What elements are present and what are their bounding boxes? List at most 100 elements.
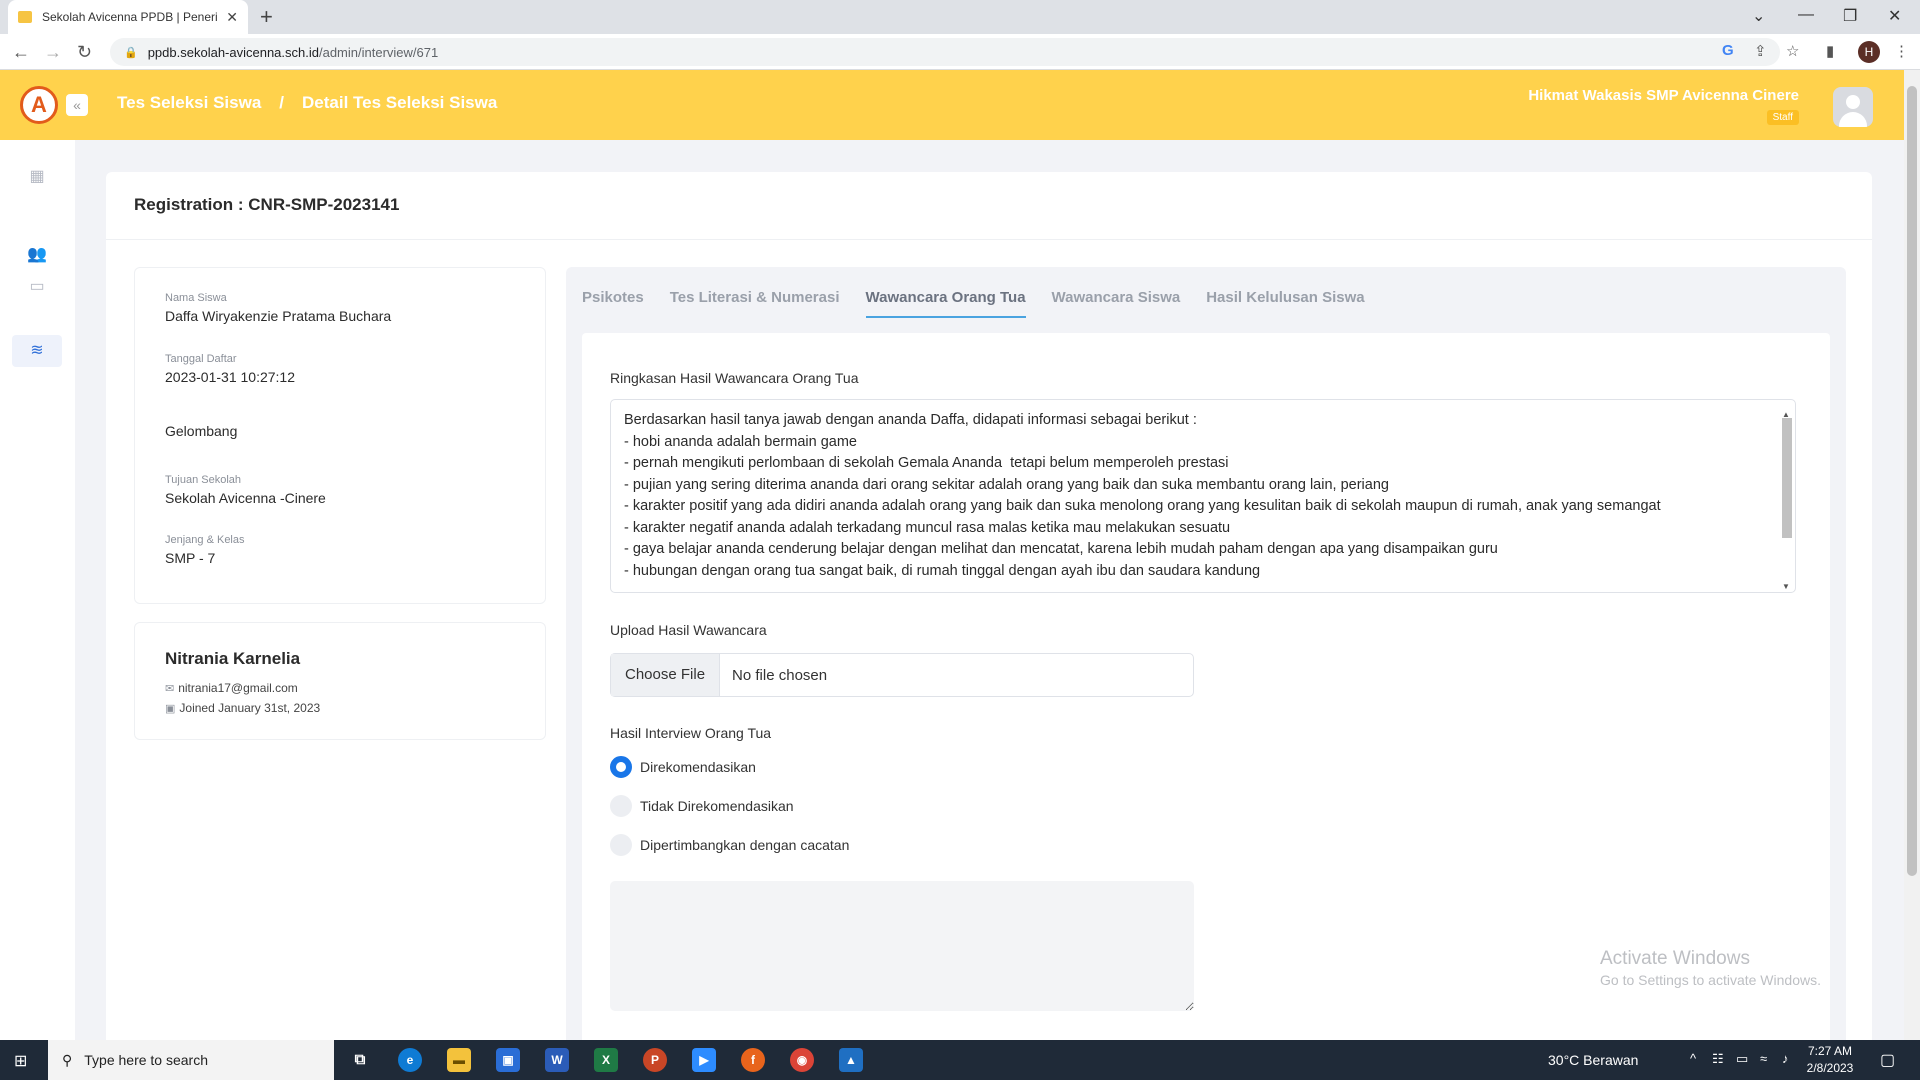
browser-menu-icon[interactable]: ⋮ [1894, 42, 1909, 60]
tab-wawancara-siswa[interactable]: Wawancara Siswa [1052, 289, 1181, 318]
layers-icon[interactable]: ≋ [12, 335, 62, 367]
contact-name: Nitrania Karnelia [165, 649, 301, 668]
profile-avatar[interactable]: H [1858, 41, 1880, 63]
activate-windows-title: Activate Windows [1600, 948, 1750, 969]
google-icon[interactable]: G [1722, 42, 1734, 59]
school-label: Tujuan Sekolah [165, 474, 242, 486]
radio-unchecked-icon[interactable] [610, 795, 632, 817]
file-explorer-icon[interactable]: ▬ [447, 1048, 471, 1072]
file-upload-input[interactable]: Choose File No file chosen [610, 653, 1194, 697]
tray-chevron-icon[interactable]: ^ [1690, 1051, 1696, 1066]
tabs-panel: Psikotes Tes Literasi & Numerasi Wawanca… [566, 267, 1846, 1052]
page-scrollbar[interactable] [1904, 70, 1920, 1040]
windows-start-icon[interactable]: ⊞ [14, 1051, 32, 1070]
excel-icon[interactable]: X [594, 1048, 618, 1072]
tab-wawancara-orang-tua[interactable]: Wawancara Orang Tua [865, 289, 1026, 318]
school-value: Sekolah Avicenna -Cinere [165, 490, 326, 506]
side-panel-icon[interactable]: ▮ [1826, 42, 1834, 60]
photos-icon[interactable]: ▲ [839, 1048, 863, 1072]
taskbar-search[interactable]: ⚲ Type here to search [48, 1040, 334, 1080]
summary-label: Ringkasan Hasil Wawancara Orang Tua [610, 370, 859, 386]
tab-search-icon[interactable]: ⌄ [1752, 6, 1765, 26]
notes-textarea[interactable] [610, 881, 1194, 1011]
word-icon[interactable]: W [545, 1048, 569, 1072]
summary-textarea[interactable]: Berdasarkan hasil tanya jawab dengan ana… [610, 399, 1796, 593]
browser-tab-bar: Sekolah Avicenna PPDB | Penerimaan ✕ + ⌄… [0, 0, 1920, 34]
notification-icon[interactable]: ▢ [1880, 1050, 1895, 1070]
weather-widget[interactable]: 30°C Berawan [1548, 1052, 1638, 1068]
file-status: No file chosen [732, 666, 828, 684]
address-bar: ← → ↻ 🔒 ppdb.sekolah-avicenna.sch.id/adm… [0, 34, 1920, 70]
browser-tab[interactable]: Sekolah Avicenna PPDB | Penerimaan ✕ [8, 0, 248, 34]
share-icon[interactable]: ⇪ [1754, 42, 1767, 60]
calendar-icon: ▣ [165, 703, 176, 715]
new-tab-button[interactable]: + [260, 4, 273, 30]
tab-psikotes[interactable]: Psikotes [582, 289, 644, 318]
chrome-icon[interactable]: ◉ [790, 1048, 814, 1072]
volume-icon[interactable]: ♪ [1782, 1051, 1789, 1066]
summary-scrollbar[interactable]: ▲ ▼ [1781, 404, 1793, 591]
reload-icon[interactable]: ↻ [77, 42, 92, 63]
option-dipertimbangkan[interactable]: Dipertimbangkan dengan cacatan [610, 834, 849, 856]
registration-date-label: Tanggal Daftar [165, 353, 237, 365]
logo-area: A [0, 70, 75, 140]
activate-windows-subtitle: Go to Settings to activate Windows. [1600, 972, 1821, 988]
url-input[interactable]: 🔒 ppdb.sekolah-avicenna.sch.id/admin/int… [110, 38, 1780, 66]
powerpoint-icon[interactable]: P [643, 1048, 667, 1072]
battery-icon[interactable]: ▭ [1736, 1051, 1748, 1067]
radio-unchecked-icon[interactable] [610, 834, 632, 856]
wave-field: Gelombang [165, 419, 237, 439]
avicenna-logo[interactable]: A [20, 86, 58, 124]
choose-file-button[interactable]: Choose File [611, 654, 721, 696]
zoom-icon[interactable]: ▶ [692, 1048, 716, 1072]
forward-icon[interactable]: → [44, 42, 62, 63]
users-icon[interactable]: 👥 [27, 244, 47, 264]
wifi-icon[interactable]: ≈ [1760, 1051, 1767, 1066]
radio-checked-icon[interactable] [610, 756, 632, 778]
user-name[interactable]: Hikmat Wakasis SMP Avicenna Cinere [1528, 87, 1799, 104]
store-icon[interactable]: ▣ [496, 1048, 520, 1072]
back-icon[interactable]: ← [12, 42, 30, 63]
clock-time[interactable]: 7:27 AM [1800, 1044, 1860, 1058]
registration-date-field: Tanggal Daftar 2023-01-31 10:27:12 [165, 353, 295, 385]
collapse-sidebar-icon[interactable]: « [66, 94, 88, 116]
network-icon[interactable]: ☷ [1712, 1051, 1724, 1067]
breadcrumb-root[interactable]: Tes Seleksi Siswa [117, 93, 261, 112]
id-card-icon[interactable]: ▭ [27, 276, 47, 296]
dashboard-icon[interactable]: ▦ [27, 166, 47, 186]
scroll-down-icon[interactable]: ▼ [1782, 576, 1790, 592]
edge-icon[interactable]: e [398, 1048, 422, 1072]
school-field: Tujuan Sekolah Sekolah Avicenna -Cinere [165, 474, 326, 506]
bookmark-star-icon[interactable]: ☆ [1786, 42, 1799, 60]
firefox-icon[interactable]: f [741, 1048, 765, 1072]
app-header: A « Tes Seleksi Siswa / Detail Tes Seleksi… [0, 70, 1904, 140]
tab-hasil-kelulusan[interactable]: Hasil Kelulusan Siswa [1206, 289, 1364, 318]
close-tab-icon[interactable]: ✕ [226, 9, 238, 26]
minimize-button[interactable]: — [1798, 6, 1814, 24]
breadcrumb: Tes Seleksi Siswa / Detail Tes Seleksi Sis… [117, 93, 497, 113]
mail-icon: ✉ [165, 683, 175, 695]
student-name-label: Nama Siswa [165, 292, 227, 304]
grade-label: Jenjang & Kelas [165, 534, 245, 546]
student-info-panel: Nama Siswa Daffa Wiryakenzie Pratama Buc… [134, 267, 546, 604]
restore-button[interactable]: ❐ [1843, 6, 1857, 26]
option-direkomendasikan[interactable]: Direkomendasikan [610, 756, 756, 778]
option-tidak-direkomendasikan[interactable]: Tidak Direkomendasikan [610, 795, 794, 817]
user-avatar[interactable] [1833, 87, 1873, 127]
clock-date[interactable]: 2/8/2023 [1800, 1061, 1860, 1075]
contact-email-row: ✉ nitrania17@gmail.com [165, 681, 298, 695]
close-window-button[interactable]: ✕ [1888, 6, 1901, 26]
contact-panel: Nitrania Karnelia ✉ nitrania17@gmail.com … [134, 622, 546, 740]
student-name-value: Daffa Wiryakenzie Pratama Buchara [165, 308, 392, 324]
user-role-badge: Staff [1766, 110, 1799, 125]
tab-content: Ringkasan Hasil Wawancara Orang Tua Berd… [582, 333, 1830, 1052]
search-icon: ⚲ [62, 1051, 73, 1068]
summary-scrollbar-thumb[interactable] [1782, 418, 1792, 538]
favicon-icon [18, 11, 32, 23]
grade-value: SMP - 7 [165, 550, 216, 566]
task-view-icon[interactable]: ⧉ [348, 1048, 372, 1072]
tab-literasi-numerasi[interactable]: Tes Literasi & Numerasi [670, 289, 840, 318]
page-scrollbar-thumb[interactable] [1907, 86, 1917, 876]
tab-row: Psikotes Tes Literasi & Numerasi Wawanca… [582, 289, 1391, 318]
lock-icon: 🔒 [124, 46, 138, 59]
